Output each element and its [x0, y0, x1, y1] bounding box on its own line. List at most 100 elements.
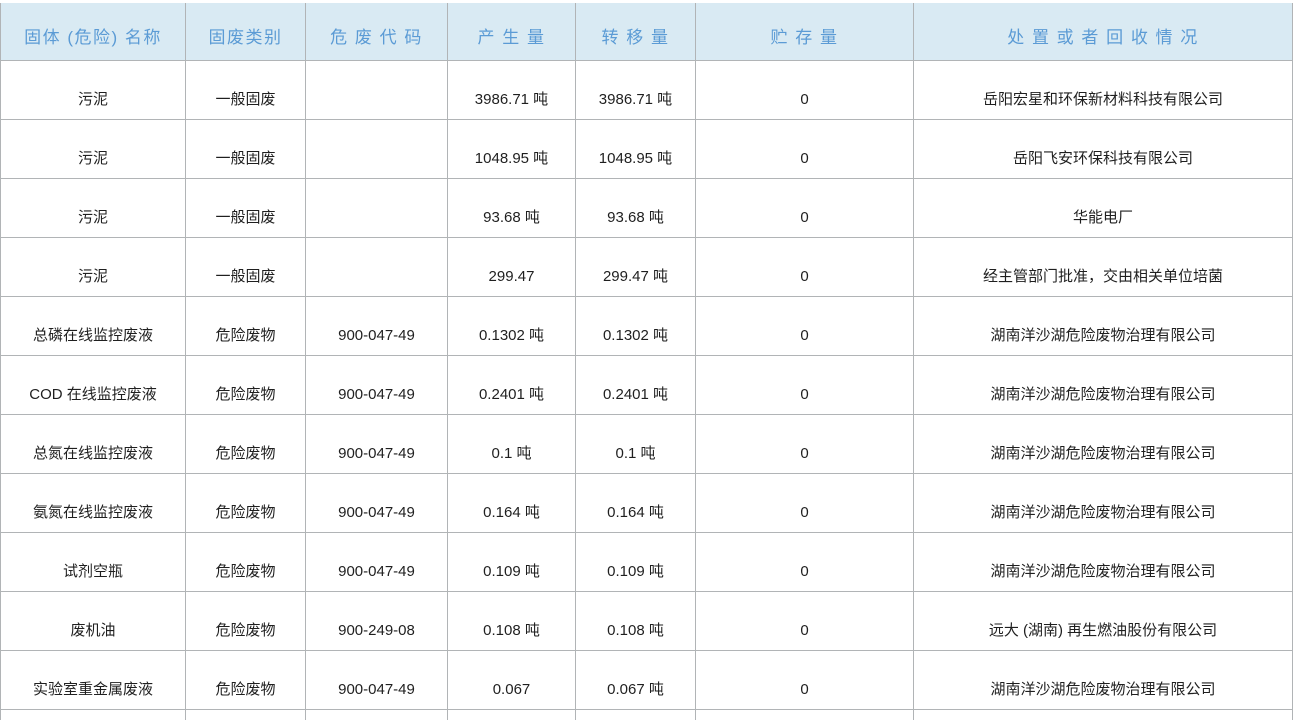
cell-code — [306, 61, 448, 120]
cell-code: 900-047-49 — [306, 356, 448, 415]
table-row: 污泥 一般固废 3986.71 吨 3986.71 吨 0 岳阳宏星和环保新材料… — [1, 61, 1293, 120]
cell-transferred: 0 — [576, 710, 696, 720]
cell-produced: 0.0105 吨 — [448, 710, 576, 720]
solid-waste-table: 固体 (危险) 名称 固废类别 危 废 代 码 产 生 量 转 移 量 贮 存 … — [0, 0, 1293, 720]
cell-name: COD 在线监控废液 — [1, 356, 186, 415]
cell-category: 危险废物 — [186, 710, 306, 720]
cell-stored: 0 — [696, 533, 914, 592]
cell-transferred: 93.68 吨 — [576, 179, 696, 238]
cell-category: 危险废物 — [186, 474, 306, 533]
table-row: COD 在线监控废液 危险废物 900-047-49 0.2401 吨 0.24… — [1, 356, 1293, 415]
cell-produced: 93.68 吨 — [448, 179, 576, 238]
column-header-category: 固废类别 — [186, 2, 306, 61]
cell-disposal: 经主管部门批准，交由相关单位培菌 — [914, 238, 1293, 297]
cell-disposal: 湖南洋沙湖危险废物治理有限公司 — [914, 297, 1293, 356]
cell-transferred: 0.108 吨 — [576, 592, 696, 651]
table-row: 污泥 一般固废 299.47 299.47 吨 0 经主管部门批准，交由相关单位… — [1, 238, 1293, 297]
cell-produced: 0.1302 吨 — [448, 297, 576, 356]
cell-transferred: 1048.95 吨 — [576, 120, 696, 179]
cell-stored: 0 — [696, 356, 914, 415]
cell-name: 试剂空瓶 — [1, 533, 186, 592]
cell-disposal: 湖南洋沙湖危险废物治理有限公司 — [914, 356, 1293, 415]
cell-produced: 0.108 吨 — [448, 592, 576, 651]
cell-produced: 0.164 吨 — [448, 474, 576, 533]
cell-transferred: 0.164 吨 — [576, 474, 696, 533]
table-row: 废机油 危险废物 900-249-08 0.108 吨 0.108 吨 0 远大… — [1, 592, 1293, 651]
cell-transferred: 0.1 吨 — [576, 415, 696, 474]
column-header-produced: 产 生 量 — [448, 2, 576, 61]
cell-transferred: 0.109 吨 — [576, 533, 696, 592]
table-row: 试剂空瓶 危险废物 900-047-49 0.109 吨 0.109 吨 0 湖… — [1, 533, 1293, 592]
cell-name: 氨氮在线监控废液 — [1, 474, 186, 533]
table-row: 污泥 一般固废 1048.95 吨 1048.95 吨 0 岳阳飞安环保科技有限… — [1, 120, 1293, 179]
table-row: 实验室重金属废液 危险废物 900-047-49 0.067 0.067 吨 0… — [1, 651, 1293, 710]
cell-category: 一般固废 — [186, 179, 306, 238]
cell-stored: 0 — [696, 238, 914, 297]
cell-code: 900-047-49 — [306, 651, 448, 710]
cell-category: 危险废物 — [186, 356, 306, 415]
column-header-disposal: 处 置 或 者 回 收 情 况 — [914, 2, 1293, 61]
cell-disposal: 湖南洋沙湖危险废物治理有限公司 — [914, 474, 1293, 533]
cell-category: 危险废物 — [186, 651, 306, 710]
cell-name: 总氮在线监控废液 — [1, 415, 186, 474]
cell-disposal: 华能电厂 — [914, 179, 1293, 238]
column-header-transferred: 转 移 量 — [576, 2, 696, 61]
cell-category: 危险废物 — [186, 592, 306, 651]
cell-code — [306, 179, 448, 238]
cell-stored: 0 — [696, 61, 914, 120]
cell-stored: 0 — [696, 415, 914, 474]
header-row: 固体 (危险) 名称 固废类别 危 废 代 码 产 生 量 转 移 量 贮 存 … — [1, 2, 1293, 61]
cell-stored: 0 — [696, 474, 914, 533]
cell-stored: 0 — [696, 651, 914, 710]
cell-code: 900-023-29 — [306, 710, 448, 720]
cell-produced: 299.47 — [448, 238, 576, 297]
table-row: 总磷在线监控废液 危险废物 900-047-49 0.1302 吨 0.1302… — [1, 297, 1293, 356]
table-row: 总氮在线监控废液 危险废物 900-047-49 0.1 吨 0.1 吨 0 湖… — [1, 415, 1293, 474]
cell-category: 危险废物 — [186, 415, 306, 474]
cell-code: 900-047-49 — [306, 297, 448, 356]
cell-disposal: 岳阳飞安环保科技有限公司 — [914, 120, 1293, 179]
cell-code: 900-047-49 — [306, 474, 448, 533]
cell-transferred: 0.1302 吨 — [576, 297, 696, 356]
cell-produced: 0.1 吨 — [448, 415, 576, 474]
cell-code — [306, 238, 448, 297]
cell-category: 一般固废 — [186, 61, 306, 120]
cell-disposal: 远大 (湖南) 再生燃油股份有限公司 — [914, 592, 1293, 651]
cell-transferred: 0.2401 吨 — [576, 356, 696, 415]
cell-name: 污泥 — [1, 238, 186, 297]
cell-category: 一般固废 — [186, 120, 306, 179]
cell-name: 废机油 — [1, 592, 186, 651]
cell-produced: 3986.71 吨 — [448, 61, 576, 120]
cell-disposal: 因湖南省内暂无废紫外线灯管处置单位，现暂存于危废 暂存间。 — [914, 710, 1293, 720]
cell-produced: 0.2401 吨 — [448, 356, 576, 415]
cell-name: 污泥 — [1, 179, 186, 238]
cell-stored: 0 — [696, 297, 914, 356]
cell-stored: 0 — [696, 179, 914, 238]
cell-produced: 0.067 — [448, 651, 576, 710]
cell-code — [306, 120, 448, 179]
cell-category: 危险废物 — [186, 297, 306, 356]
cell-transferred: 3986.71 吨 — [576, 61, 696, 120]
cell-name: 实验室重金属废液 — [1, 651, 186, 710]
cell-produced: 1048.95 吨 — [448, 120, 576, 179]
column-header-name: 固体 (危险) 名称 — [1, 2, 186, 61]
cell-code: 900-047-49 — [306, 533, 448, 592]
column-header-stored: 贮 存 量 — [696, 2, 914, 61]
cell-transferred: 299.47 吨 — [576, 238, 696, 297]
cell-name: 污泥 — [1, 61, 186, 120]
column-header-code: 危 废 代 码 — [306, 2, 448, 61]
cell-name: 污泥 — [1, 120, 186, 179]
cell-disposal: 湖南洋沙湖危险废物治理有限公司 — [914, 651, 1293, 710]
cell-stored: 0 — [696, 120, 914, 179]
cell-name: 总磷在线监控废液 — [1, 297, 186, 356]
cell-category: 危险废物 — [186, 533, 306, 592]
cell-stored: 0 — [696, 592, 914, 651]
cell-name: 废紫外灯管 — [1, 710, 186, 720]
cell-produced: 0.109 吨 — [448, 533, 576, 592]
table-row: 废紫外灯管 危险废物 900-023-29 0.0105 吨 0 0.0415 … — [1, 710, 1293, 720]
cell-stored: 0.0415 吨 (截止于 2022 年 5 月产生合计) — [696, 710, 914, 720]
cell-transferred: 0.067 吨 — [576, 651, 696, 710]
cell-code: 900-249-08 — [306, 592, 448, 651]
cell-disposal: 湖南洋沙湖危险废物治理有限公司 — [914, 415, 1293, 474]
cell-disposal: 湖南洋沙湖危险废物治理有限公司 — [914, 533, 1293, 592]
